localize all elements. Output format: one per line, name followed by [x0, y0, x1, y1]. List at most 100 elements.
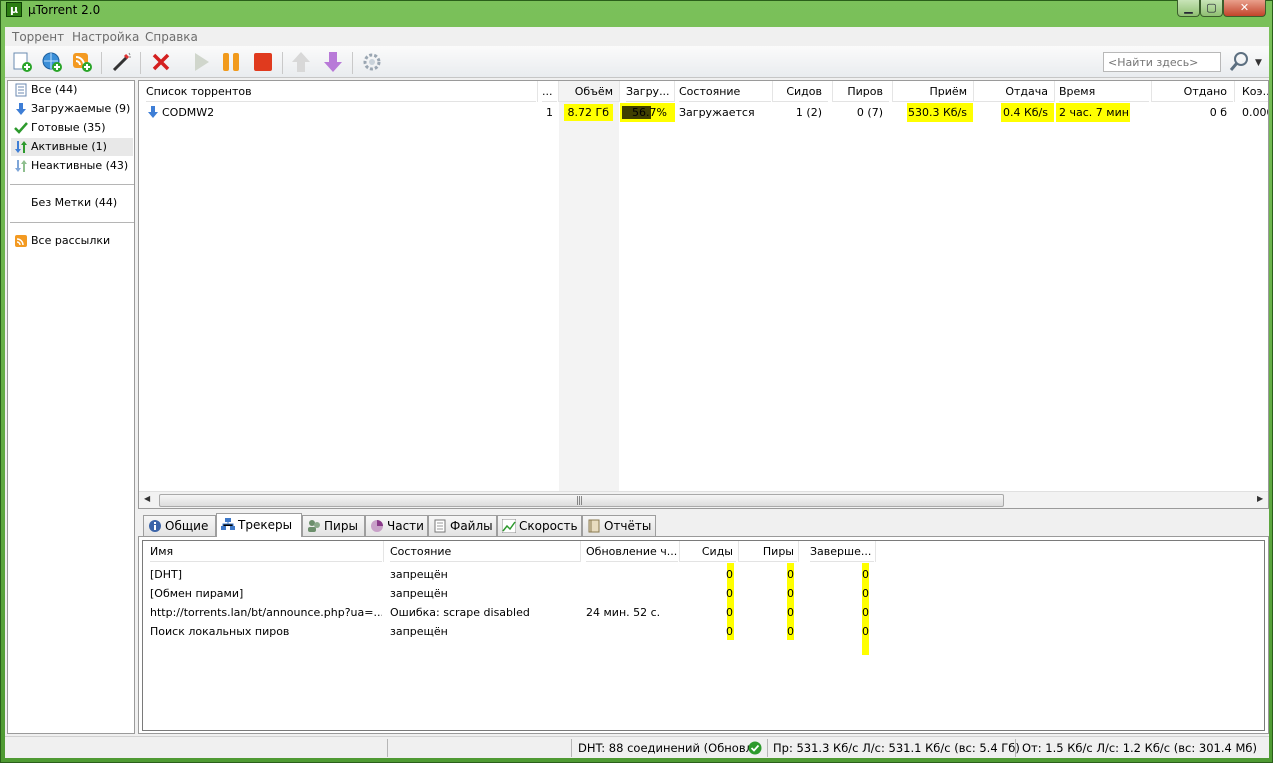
column-header-tracker-update[interactable]: Обновление ч...: [586, 541, 678, 562]
search-input[interactable]: [1103, 52, 1221, 72]
column-header-progress[interactable]: Загру...: [626, 81, 674, 102]
status-separator: [1015, 739, 1016, 757]
menu-torrent[interactable]: Торрент: [12, 30, 64, 44]
sidebar-item-inactive[interactable]: Неактивные (43): [11, 157, 133, 175]
tracker-seeds: 0: [726, 606, 733, 619]
tab-label: Трекеры: [238, 518, 293, 532]
add-url-icon[interactable]: [40, 50, 64, 74]
scroll-left-arrow-icon[interactable]: ◀: [144, 494, 150, 503]
torrent-download-speed: 530.3 Кб/s: [907, 103, 973, 122]
column-header-peers[interactable]: Пиров: [833, 81, 889, 102]
sidebar-item-all-feeds[interactable]: Все рассылки: [11, 232, 133, 250]
tab-general[interactable]: Общие: [143, 515, 216, 536]
tab-files[interactable]: Файлы: [428, 515, 497, 536]
column-header-size[interactable]: Объём: [559, 81, 619, 102]
column-header-upload-speed[interactable]: Отдача: [974, 81, 1054, 102]
toolbar-separator: [140, 52, 141, 74]
tracker-status: запрещён: [390, 587, 448, 600]
scrollbar-thumb[interactable]: |||: [159, 494, 1004, 507]
create-torrent-wand-icon[interactable]: [109, 50, 133, 74]
column-header-ratio[interactable]: Коэ...: [1242, 81, 1268, 102]
column-separator: [875, 541, 876, 562]
tab-label: Общие: [165, 519, 209, 533]
grip-icon: |||: [576, 496, 583, 506]
menu-help[interactable]: Справка: [145, 30, 198, 44]
settings-gear-icon[interactable]: [360, 50, 384, 74]
pause-icon[interactable]: [219, 50, 243, 74]
toolbar-separator: [282, 52, 283, 74]
rss-feed-icon: [15, 235, 27, 247]
toolbar-separator: [352, 52, 353, 74]
title-bar[interactable]: µ µTorrent 2.0 ▁ ▢ ✕: [0, 0, 1273, 20]
stop-icon[interactable]: [251, 50, 275, 74]
add-torrent-icon[interactable]: [10, 50, 34, 74]
horizontal-scrollbar[interactable]: ◀ ||| ▶: [139, 491, 1268, 508]
torrent-list: Список торрентов ... Объём ˆ Загру... Со…: [138, 80, 1269, 509]
column-header-uploaded[interactable]: Отдано: [1152, 81, 1233, 102]
status-upload[interactable]: От: 1.5 Кб/с Л/с: 1.2 Кб/с (вс: 301.4 Мб…: [1022, 741, 1257, 755]
tracker-peers: 0: [787, 568, 794, 581]
column-header-tracker-name[interactable]: Имя: [150, 541, 382, 562]
queue-up-icon[interactable]: [289, 50, 313, 74]
column-separator: [619, 81, 620, 102]
torrent-peers: 0 (7): [856, 106, 883, 119]
start-icon[interactable]: [189, 50, 213, 74]
sidebar-item-completed[interactable]: Готовые (35): [11, 119, 133, 137]
column-separator: [383, 541, 384, 562]
tab-logger[interactable]: Отчёты: [582, 515, 656, 536]
sidebar-item-label: Без Метки (44): [31, 196, 118, 209]
tracker-seeds: 0: [726, 568, 733, 581]
column-header-seeds[interactable]: Сидов: [773, 81, 828, 102]
peers-icon: [308, 520, 320, 532]
network-ok-icon[interactable]: [748, 741, 762, 755]
torrent-ratio: 0.000: [1242, 106, 1268, 119]
column-header-eta[interactable]: Время: [1059, 81, 1149, 102]
column-header-tracker-status[interactable]: Состояние: [390, 541, 580, 562]
tab-pieces[interactable]: Части: [365, 515, 428, 536]
tab-peers[interactable]: Пиры: [302, 515, 365, 536]
scroll-right-arrow-icon[interactable]: ▶: [1257, 494, 1263, 503]
search-dropdown-arrow-icon[interactable]: ▼: [1255, 58, 1262, 68]
tab-speed[interactable]: Скорость: [497, 515, 582, 536]
detail-tabs: Общие Трекеры Пиры Части Файлы Скорость …: [138, 513, 1269, 537]
remove-torrent-icon[interactable]: [149, 50, 173, 74]
trackers-network-icon: [221, 518, 235, 530]
column-header-download-speed[interactable]: Приём: [893, 81, 973, 102]
status-separator: [571, 739, 572, 757]
maximize-button[interactable]: ▢: [1200, 0, 1223, 17]
torrent-status: Загружается: [679, 106, 755, 119]
sidebar-item-all[interactable]: Все (44): [11, 81, 133, 99]
column-header-status[interactable]: Состояние: [679, 81, 771, 102]
sidebar-divider: [10, 222, 134, 223]
tab-label: Отчёты: [604, 519, 652, 533]
queue-down-icon[interactable]: [321, 50, 345, 74]
close-button[interactable]: ✕: [1223, 0, 1266, 17]
torrent-name: CODMW2: [162, 106, 215, 119]
column-header-order[interactable]: ...: [542, 81, 557, 102]
torrent-upload-speed: 0.4 Кб/s: [1001, 103, 1054, 122]
info-icon: [149, 520, 161, 532]
torrent-eta: 2 час. 7 мин.: [1056, 103, 1130, 122]
tracker-name: http://torrents.lan/bt/announce.php?ua=.…: [150, 606, 382, 619]
tab-label: Части: [387, 519, 424, 533]
column-header-tracker-completed[interactable]: Заверше...: [810, 541, 874, 562]
updown-arrows-inactive-icon: [15, 160, 27, 172]
sidebar-item-active[interactable]: Активные (1): [11, 138, 133, 156]
column-header-tracker-peers[interactable]: Пиры: [739, 541, 797, 562]
sidebar-item-no-label[interactable]: Без Метки (44): [11, 194, 133, 212]
column-separator: [1054, 81, 1055, 102]
column-separator: [798, 541, 799, 562]
sidebar-item-label: Неактивные (43): [31, 159, 129, 172]
client-area: Торрент Настройка Справка <Найти здесь> …: [5, 27, 1269, 758]
column-separator: [580, 541, 581, 562]
menu-settings[interactable]: Настройка: [72, 30, 139, 44]
tab-label: Скорость: [519, 519, 578, 533]
add-rss-icon[interactable]: [70, 50, 94, 74]
sidebar-item-downloading[interactable]: Загружаемые (9): [11, 100, 133, 118]
column-header-name[interactable]: Список торрентов: [146, 81, 536, 102]
minimize-button[interactable]: ▁: [1177, 0, 1200, 17]
status-download[interactable]: Пр: 531.3 Кб/с Л/с: 531.1 Кб/с (вс: 5.4 …: [773, 741, 1020, 755]
search-magnifier-icon[interactable]: [1227, 50, 1251, 74]
tab-trackers[interactable]: Трекеры: [216, 513, 302, 537]
column-header-tracker-seeds[interactable]: Сиды: [680, 541, 736, 562]
